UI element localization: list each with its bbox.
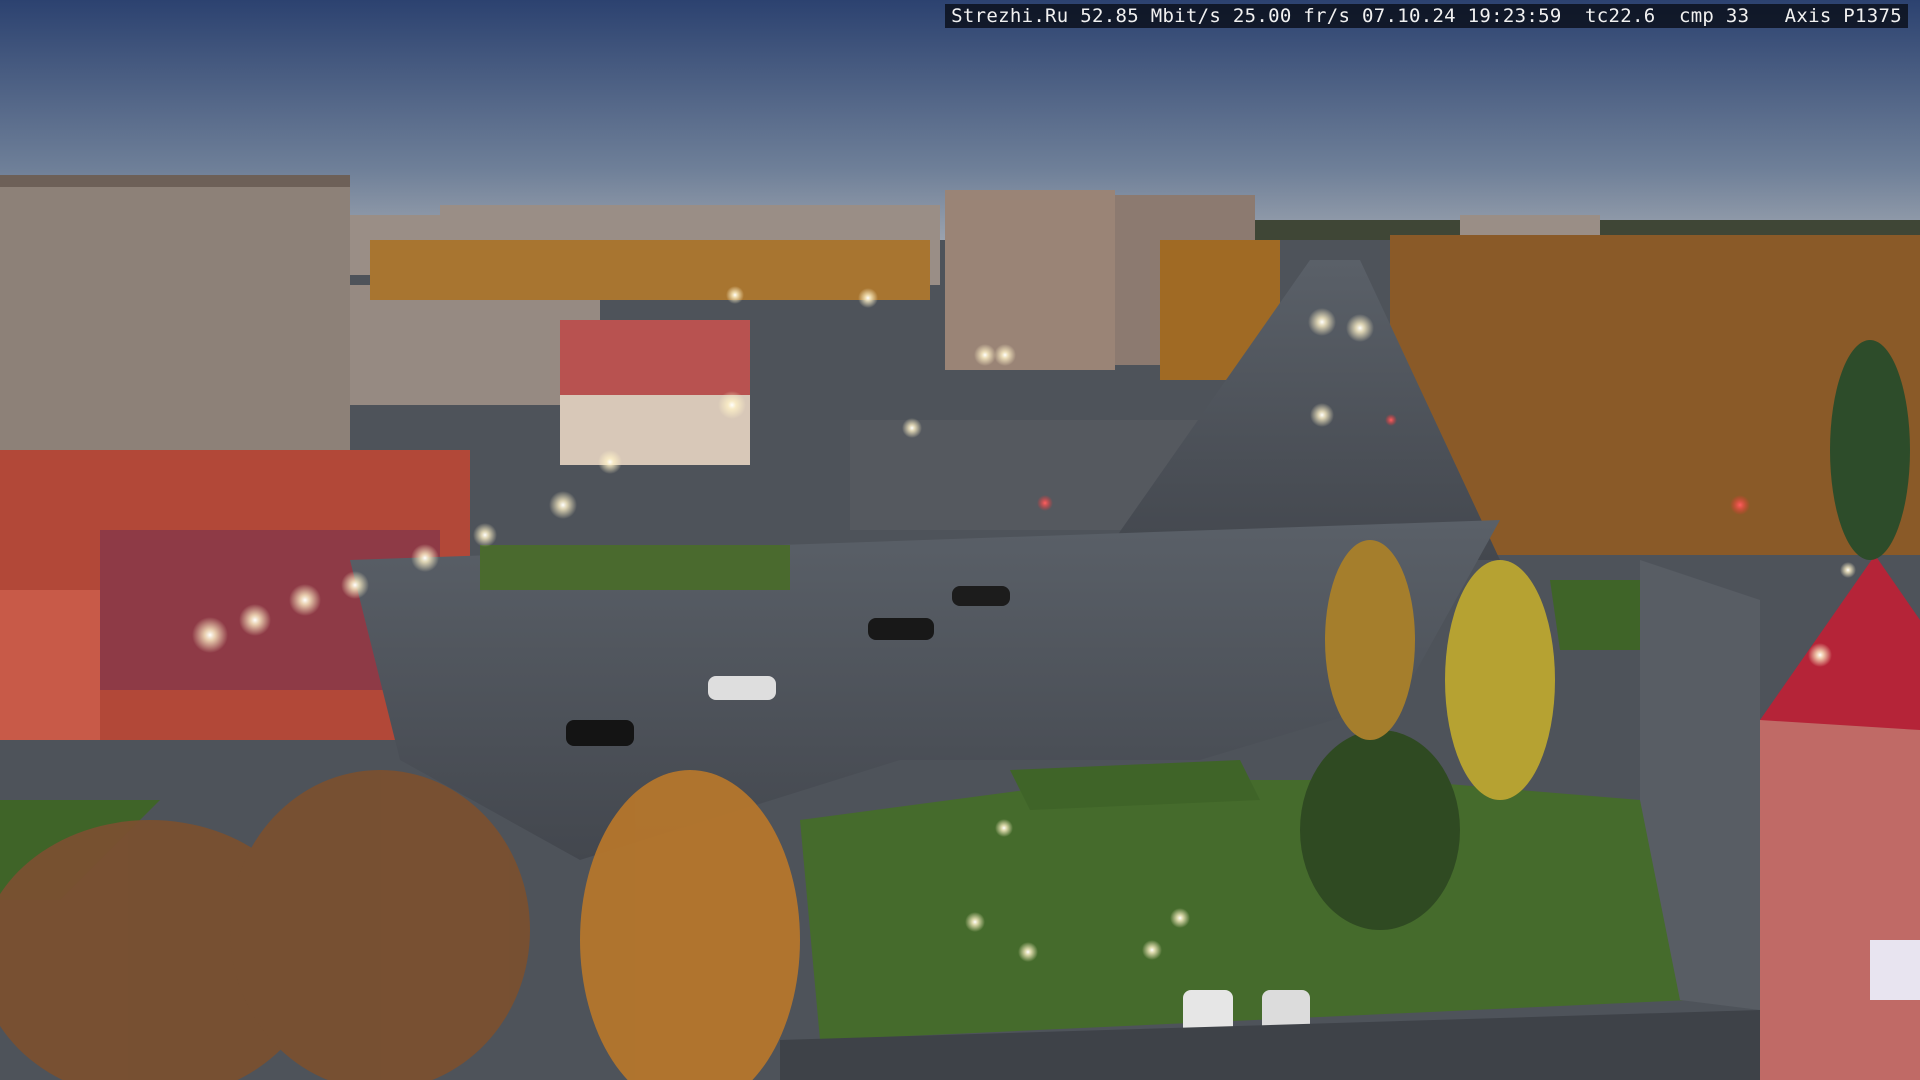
grass-bottom-right xyxy=(800,780,1690,1040)
autumn-trees-left xyxy=(370,240,930,300)
camera-osd-overlay: Strezhi.Ru 52.85 Mbit/s 25.00 fr/s 07.10… xyxy=(945,4,1908,28)
camera-frame xyxy=(0,0,1920,1080)
grass-top-left xyxy=(480,545,790,590)
